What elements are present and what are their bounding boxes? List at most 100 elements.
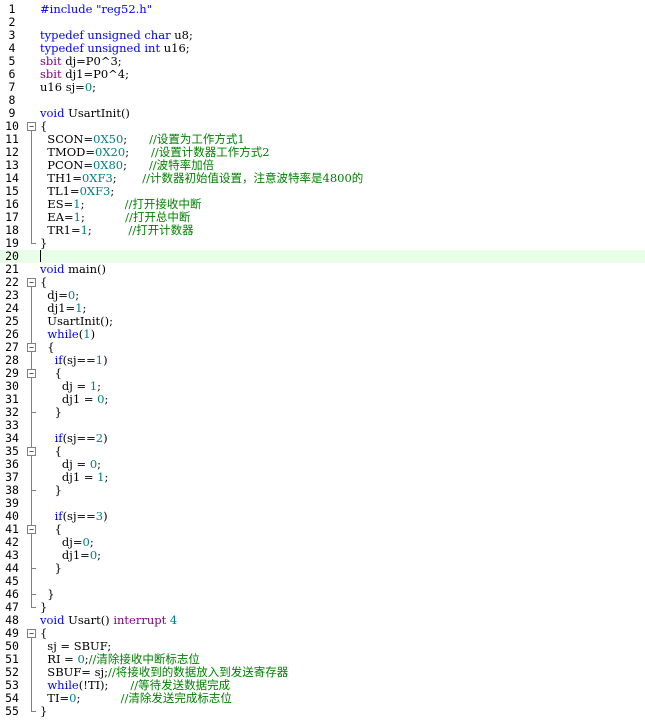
- code-number: 4: [169, 613, 178, 627]
- code-token: }: [40, 704, 48, 718]
- code-line[interactable]: 1 #include "reg52.h": [0, 3, 645, 16]
- code-text[interactable]: #include "reg52.h": [40, 3, 152, 16]
- code-number: 0XF3: [79, 184, 111, 198]
- code-token: UsartInit();: [40, 314, 113, 328]
- code-line[interactable]: 43 dj1=0;: [0, 549, 645, 562]
- code-text[interactable]: }: [40, 705, 47, 718]
- code-line[interactable]: 44 }: [0, 562, 645, 575]
- fold-toggle-icon[interactable]: −: [27, 629, 36, 638]
- code-line[interactable]: 9 void UsartInit(): [0, 107, 645, 120]
- code-line[interactable]: 32 }: [0, 406, 645, 419]
- code-line[interactable]: 41 {: [0, 523, 645, 536]
- code-comment: //打开计数器: [128, 223, 194, 237]
- code-line[interactable]: 54 TI=0; //清除发送完成标志位: [0, 692, 645, 705]
- code-text[interactable]: void Usart() interrupt 4: [40, 614, 177, 627]
- code-token: ;: [104, 470, 109, 484]
- code-token: Usart(): [64, 613, 114, 627]
- code-text[interactable]: void UsartInit(): [40, 107, 130, 120]
- code-keyword: if: [54, 509, 63, 523]
- code-token: {: [40, 275, 48, 289]
- code-token: dj =: [40, 379, 90, 393]
- code-token: (!TI);: [78, 678, 131, 692]
- fold-toggle-icon[interactable]: −: [27, 525, 36, 534]
- code-line[interactable]: 55}: [0, 705, 645, 718]
- code-number: 1: [75, 301, 83, 315]
- code-line[interactable]: 21 void main(): [0, 263, 645, 276]
- code-line[interactable]: 31 dj1 = 0;: [0, 393, 645, 406]
- code-token: }: [40, 600, 48, 614]
- text-caret: [40, 250, 41, 262]
- code-comment: //设置计数器工作方式2: [151, 145, 270, 159]
- code-number: 0: [77, 652, 85, 666]
- code-text[interactable]: }: [40, 484, 62, 497]
- code-token: }: [40, 587, 55, 601]
- code-token: ;: [110, 184, 115, 198]
- code-comment: //设置为工作方式1: [149, 132, 245, 146]
- fold-end-marker: [31, 568, 36, 569]
- code-line[interactable]: 45: [0, 575, 645, 588]
- code-text[interactable]: TR1=1; //打开计数器: [40, 223, 194, 237]
- code-comment: //波特率加倍: [148, 158, 215, 172]
- code-line[interactable]: 18 TR1=1; //打开计数器: [0, 224, 645, 237]
- code-text[interactable]: }: [40, 562, 62, 575]
- code-line[interactable]: 46 }: [0, 588, 645, 601]
- code-line[interactable]: 34 if(sj==2): [0, 432, 645, 445]
- code-token: dj=P0^3;: [61, 54, 122, 68]
- fold-toggle-icon[interactable]: −: [27, 278, 36, 287]
- code-line[interactable]: 48 void Usart() interrupt 4: [0, 614, 645, 627]
- code-line[interactable]: 22{: [0, 276, 645, 289]
- code-line[interactable]: 26 while(1): [0, 328, 645, 341]
- code-token: ;: [87, 223, 129, 237]
- code-line[interactable]: 38 }: [0, 484, 645, 497]
- code-token: u16 sj=: [40, 80, 85, 94]
- code-token: interrupt: [113, 613, 167, 627]
- fold-guide: [31, 456, 32, 491]
- code-keyword: if: [54, 353, 63, 367]
- fold-toggle-icon[interactable]: −: [27, 447, 36, 456]
- code-token: ;: [104, 392, 109, 406]
- code-text[interactable]: u16 sj=0;: [40, 81, 96, 94]
- code-token: ;: [123, 132, 150, 146]
- code-token: EA=: [40, 210, 74, 224]
- code-token: {: [40, 340, 55, 354]
- code-text[interactable]: }: [40, 237, 47, 250]
- code-line[interactable]: 40 if(sj==3): [0, 510, 645, 523]
- code-comment: //清除发送完成标志位: [120, 691, 232, 705]
- code-token: u8;: [170, 28, 193, 42]
- code-token: (sj==: [62, 431, 96, 445]
- code-number: 1: [80, 223, 88, 237]
- fold-toggle-icon[interactable]: −: [27, 369, 36, 378]
- code-keyword: while: [47, 327, 79, 341]
- code-token: ): [103, 353, 108, 367]
- fold-toggle-icon[interactable]: −: [27, 343, 36, 352]
- code-token: TL1=: [40, 184, 80, 198]
- code-line[interactable]: 19}: [0, 237, 645, 250]
- code-number: 0X80: [92, 158, 124, 172]
- code-token: TMOD=: [40, 145, 96, 159]
- code-text[interactable]: TI=0; //清除发送完成标志位: [40, 692, 232, 705]
- code-line[interactable]: 7 u16 sj=0;: [0, 81, 645, 94]
- code-token: ;: [97, 457, 102, 471]
- code-keyword: char: [144, 28, 171, 42]
- code-editor[interactable]: 1 #include "reg52.h" 2 3 typedef unsigned ch…: [0, 0, 645, 727]
- code-token: ;: [112, 171, 143, 185]
- code-token: {: [40, 119, 48, 133]
- code-line[interactable]: 37 dj1 = 1;: [0, 471, 645, 484]
- code-line[interactable]: 23 dj=0;: [0, 289, 645, 302]
- fold-guide: [31, 378, 32, 413]
- fold-guide: [31, 131, 32, 244]
- code-line[interactable]: 6 sbit dj1=P0^4;: [0, 68, 645, 81]
- code-line[interactable]: 28 if(sj==1): [0, 354, 645, 367]
- fold-toggle-icon[interactable]: −: [27, 122, 36, 131]
- code-token: sj = SBUF;: [40, 639, 112, 653]
- code-token: ): [103, 431, 108, 445]
- code-token: ES=: [40, 197, 74, 211]
- code-line[interactable]: 25 UsartInit();: [0, 315, 645, 328]
- code-token: ;: [82, 301, 87, 315]
- code-token: ;: [80, 197, 125, 211]
- code-text[interactable]: void main(): [40, 263, 106, 276]
- code-text[interactable]: }: [40, 406, 62, 419]
- code-token: ;: [97, 548, 102, 562]
